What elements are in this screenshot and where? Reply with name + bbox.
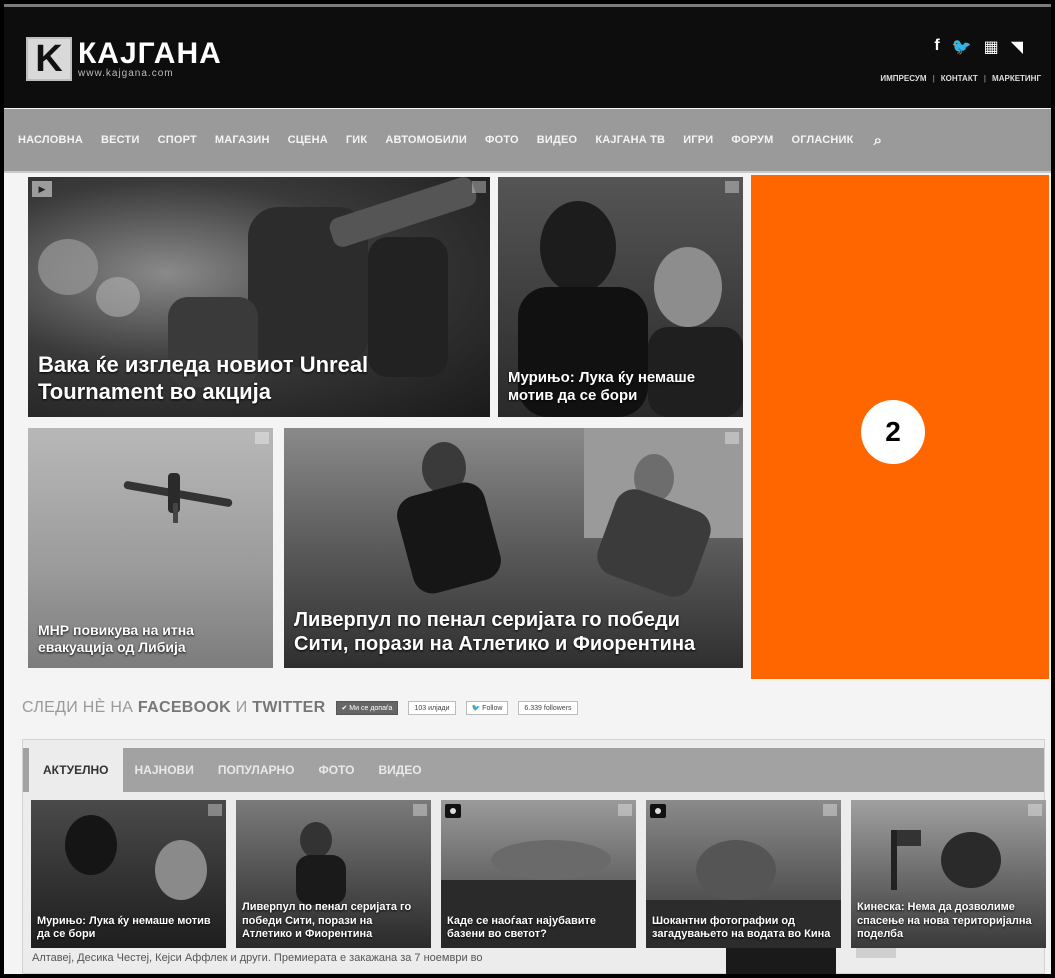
top-link-marketing[interactable]: МАРКЕТИНГ [992,74,1041,83]
ad-number-badge: 2 [861,400,925,464]
tab-current[interactable]: АКТУЕЛНО [29,748,123,792]
follow-twitter-label: TWITTER [252,699,326,716]
thumbnail-caption: Шокантни фотографии од загадувањето на в… [652,914,831,941]
page-frame: K КАЈГАНА www.kajgana.com f 🐦 ▦ ◥ ИМПРЕС… [4,4,1051,974]
tab-video[interactable]: ВИДЕО [366,748,433,792]
nav-item-kajgana-tv[interactable]: КАЈГАНА ТВ [595,134,665,146]
thumbnail-image-strip [726,948,836,974]
featured-caption: МНР повикува на итна евакуација од Либиј… [38,622,194,656]
list-item[interactable]: Мурињо: Лука ќу немаше мотив да се бори [31,800,226,948]
logo-letter: K [26,37,72,81]
logo-name: КАЈГАНА [78,36,222,70]
comment-count-icon [618,804,632,816]
featured-tile-liverpool[interactable]: Ливерпул по пенал серијата го победи Сит… [284,428,743,668]
nav-item-news[interactable]: ВЕСТИ [101,134,140,146]
tab-photo[interactable]: ФОТО [307,748,367,792]
follow-label: СЛЕДИ НЀ НА FACEBOOK И TWITTER [22,699,326,717]
comment-count-icon [823,804,837,816]
facebook-like-button[interactable]: ✔ Ми се допаѓа [335,701,399,715]
thumbnail-caption: Каде се наоѓаат најубавите базени во све… [447,914,597,941]
ad-placeholder[interactable]: 2 [751,175,1049,679]
list-item[interactable]: Кинеска: Нема да дозволиме спасење на но… [851,800,1046,948]
top-links: ИМПРЕСУМ | КОНТАКТ | МАРКЕТИНГ [880,74,1041,83]
facebook-like-count: 103 илјади [408,701,456,715]
comment-count-icon [208,804,222,816]
youtube-icon[interactable]: ▦ [984,37,999,57]
site-header: K КАЈГАНА www.kajgana.com f 🐦 ▦ ◥ ИМПРЕС… [4,4,1051,108]
article-snippet: Алтавеј, Десика Честеј, Кејси Аффлек и д… [32,952,483,964]
nav-item-geek[interactable]: ГИК [346,134,367,146]
video-icon: ▶ [32,181,52,197]
site-logo[interactable]: K КАЈГАНА www.kajgana.com [26,37,222,81]
follow-label-and: И [231,699,253,716]
follow-bar: СЛЕДИ НЀ НА FACEBOOK И TWITTER ✔ Ми се д… [22,699,578,717]
nav-item-home[interactable]: НАСЛОВНА [18,134,83,146]
thumbnail-label-strip [856,948,896,958]
twitter-followers-count: 6.339 followers [518,701,578,715]
featured-tile-mourinho[interactable]: Мурињо: Лука ќу немаше мотив да се бори [498,177,743,417]
twitter-icon[interactable]: 🐦 [952,37,972,57]
list-item[interactable]: Каде се наоѓаат најубавите базени во све… [441,800,636,948]
nav-item-sport[interactable]: СПОРТ [158,134,197,146]
news-thumbnails: Мурињо: Лука ќу немаше мотив да се бори … [31,800,1046,948]
search-icon[interactable]: ⌕ [874,132,882,149]
news-tabs-panel: АКТУЕЛНО НАЈНОВИ ПОПУЛАРНО ФОТО ВИДЕО Му… [22,739,1046,974]
comment-count-icon [255,432,269,444]
top-link-impressum[interactable]: ИМПРЕСУМ [880,74,926,83]
comment-count-icon [472,181,486,193]
rss-icon[interactable]: ◥ [1011,37,1023,57]
comment-count-icon [725,432,739,444]
nav-item-video[interactable]: ВИДЕО [537,134,578,146]
facebook-icon[interactable]: f [934,37,939,57]
tab-popular[interactable]: ПОПУЛАРНО [206,748,307,792]
nav-item-scene[interactable]: СЦЕНА [288,134,328,146]
social-icons: f 🐦 ▦ ◥ [934,37,1023,57]
thumbnail-caption: Ливерпул по пенал серијата го победи Сит… [242,900,412,941]
featured-tile-unreal[interactable]: ▶ Вака ќе изгледа новиот Unreal Tourname… [28,177,490,417]
tab-latest[interactable]: НАЈНОВИ [123,748,206,792]
featured-caption: Вака ќе изгледа новиот Unreal Tournament… [38,352,369,404]
nav-item-games[interactable]: ИГРИ [683,134,713,146]
main-nav: НАСЛОВНА ВЕСТИ СПОРТ МАГАЗИН СЦЕНА ГИК А… [4,109,1051,173]
twitter-follow-button[interactable]: 🐦 Follow [465,701,509,715]
nav-item-forum[interactable]: ФОРУМ [731,134,773,146]
follow-label-prefix: СЛЕДИ НЀ НА [22,699,138,716]
top-link-contact[interactable]: КОНТАКТ [941,74,978,83]
comment-count-icon [1028,804,1042,816]
featured-caption: Ливерпул по пенал серијата го победи Сит… [294,609,696,655]
top-link-separator: | [983,74,987,83]
thumbnail-caption: Кинеска: Нема да дозволиме спасење на но… [857,900,1032,941]
thumbnail-caption: Мурињо: Лука ќу немаше мотив да се бори [37,914,211,941]
nav-item-classifieds[interactable]: ОГЛАСНИК [792,134,854,146]
nav-item-cars[interactable]: АВТОМОБИЛИ [385,134,467,146]
list-item[interactable]: Ливерпул по пенал серијата го победи Сит… [236,800,431,948]
nav-item-magazine[interactable]: МАГАЗИН [215,134,270,146]
list-item[interactable]: Шокантни фотографии од загадувањето на в… [646,800,841,948]
camera-icon [650,804,666,818]
camera-icon [445,804,461,818]
featured-caption: Мурињо: Лука ќу немаше мотив да се бори [508,369,696,404]
featured-tile-libya[interactable]: МНР повикува на итна евакуација од Либиј… [28,428,273,668]
comment-count-icon [725,181,739,193]
top-link-separator: | [932,74,935,83]
comment-count-icon [413,804,427,816]
news-tabs: АКТУЕЛНО НАЈНОВИ ПОПУЛАРНО ФОТО ВИДЕО [23,748,1044,792]
nav-item-photo[interactable]: ФОТО [485,134,519,146]
follow-facebook-label: FACEBOOK [137,699,231,716]
